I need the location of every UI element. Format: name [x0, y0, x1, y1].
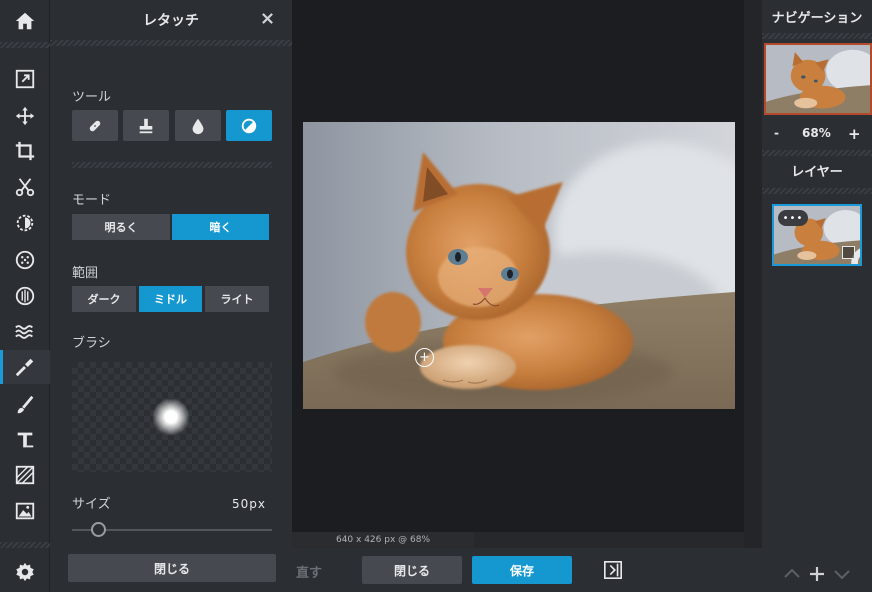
bottom-action-bar: 直す 閉じる 保存	[292, 548, 762, 592]
close-panel-button[interactable]: 閉じる	[68, 554, 276, 582]
export-button[interactable]	[0, 62, 50, 96]
paint-brush-icon	[17, 395, 34, 414]
brush-label: ブラシ	[72, 336, 111, 351]
dodge-burn-icon	[241, 118, 257, 133]
zoom-controls: - 68% +	[762, 125, 872, 144]
horizontal-scrollbar[interactable]	[474, 532, 744, 548]
layer-visibility-checkbox[interactable]	[842, 246, 855, 259]
toggle-panel-button[interactable]	[602, 559, 624, 581]
panel-divider	[50, 40, 292, 46]
close-icon	[261, 12, 273, 24]
bandage-icon	[89, 120, 101, 131]
navigator-image	[766, 45, 870, 113]
image-icon	[15, 502, 35, 520]
add-layer-icon[interactable]	[807, 564, 827, 584]
move-button[interactable]	[0, 99, 50, 133]
chevron-up-icon[interactable]	[782, 564, 802, 584]
navigator-title: ナビゲーション	[771, 11, 863, 26]
tool-drop-button[interactable]	[175, 110, 221, 141]
layer-menu-button[interactable]: •••	[778, 210, 808, 226]
range-dark-button[interactable]: ダーク	[72, 286, 136, 312]
texture-icon	[15, 465, 35, 485]
chevron-down-icon[interactable]	[832, 564, 852, 584]
liquify-button[interactable]	[0, 279, 50, 313]
size-value: 50px	[232, 497, 266, 511]
filter-icon	[15, 250, 35, 270]
retouch-brush-icon	[15, 358, 34, 377]
range-light-button[interactable]: ライト	[205, 286, 269, 312]
tool-dodge-burn-button[interactable]	[226, 110, 272, 141]
size-label: サイズ	[72, 497, 111, 512]
size-slider-handle[interactable]	[90, 522, 106, 537]
photo-editor-app: レタッチ ツール モード 明るく 暗く 範囲 ダーク ミドル ライト ブラシ サ…	[0, 0, 872, 592]
settings-icon	[16, 562, 34, 582]
image-button[interactable]	[0, 494, 50, 528]
layer-item[interactable]: •••	[772, 204, 862, 266]
text-button[interactable]	[0, 423, 50, 457]
right-divider	[762, 188, 872, 194]
right-panel: ナビゲーション - 68% + レイヤー •••	[762, 0, 872, 592]
brush-preview	[72, 362, 272, 472]
cut-button[interactable]	[0, 170, 50, 204]
filter-button[interactable]	[0, 243, 50, 277]
right-divider	[762, 150, 872, 156]
range-label: 範囲	[72, 266, 99, 281]
texture-button[interactable]	[0, 458, 50, 492]
cancel-button[interactable]: 閉じる	[362, 556, 462, 584]
adjust-button[interactable]	[0, 206, 50, 240]
crop-icon	[15, 141, 35, 161]
cut-icon	[15, 178, 35, 197]
canvas-workspace[interactable]: +	[292, 0, 762, 548]
retouch-button[interactable]	[0, 350, 50, 384]
panel-expand-icon	[604, 561, 622, 579]
layers-title: レイヤー	[791, 165, 843, 180]
liquify-icon	[15, 286, 35, 306]
brush-shape	[152, 398, 190, 436]
move-icon	[15, 106, 35, 126]
home-icon	[15, 12, 35, 30]
navigator-thumbnail[interactable]	[764, 43, 872, 115]
tools-label: ツール	[72, 90, 112, 105]
crop-button[interactable]	[0, 134, 50, 168]
rail-divider	[0, 542, 50, 548]
right-divider	[762, 33, 872, 39]
panel-close-button[interactable]	[258, 9, 276, 27]
retouch-panel: レタッチ ツール モード 明るく 暗く 範囲 ダーク ミドル ライト ブラシ サ…	[50, 0, 292, 592]
wave-button[interactable]	[0, 315, 50, 349]
home-button[interactable]	[0, 4, 50, 38]
wave-icon	[15, 325, 33, 339]
zoom-level: 68%	[802, 126, 831, 140]
stamp-icon	[139, 118, 153, 133]
range-middle-button[interactable]: ミドル	[139, 286, 202, 312]
panel-divider	[72, 162, 272, 168]
canvas-status: 640 x 426 px @ 68%	[292, 532, 474, 548]
tool-stamp-button[interactable]	[123, 110, 169, 141]
brush-cursor: +	[415, 348, 434, 367]
tool-bandage-button[interactable]	[72, 110, 118, 141]
rail-divider	[0, 42, 50, 48]
drop-icon	[192, 118, 204, 134]
zoom-in-button[interactable]: +	[848, 125, 861, 143]
vertical-scrollbar[interactable]	[744, 0, 762, 548]
text-icon	[17, 432, 34, 448]
undo-button[interactable]: 直す	[296, 562, 322, 581]
mode-label: モード	[72, 193, 112, 208]
mode-brighten-button[interactable]: 明るく	[72, 214, 170, 240]
settings-button[interactable]	[0, 555, 50, 589]
zoom-out-button[interactable]: -	[774, 126, 779, 140]
adjust-icon	[16, 214, 34, 232]
tool-rail	[0, 0, 50, 592]
layer-controls	[782, 564, 862, 586]
export-icon	[15, 69, 35, 89]
paint-button[interactable]	[0, 388, 50, 422]
mode-darken-button[interactable]: 暗く	[172, 214, 269, 240]
kitten-photo[interactable]	[303, 122, 735, 409]
kitten-image	[303, 122, 735, 409]
save-button[interactable]: 保存	[472, 556, 572, 584]
panel-title: レタッチ	[143, 13, 199, 29]
